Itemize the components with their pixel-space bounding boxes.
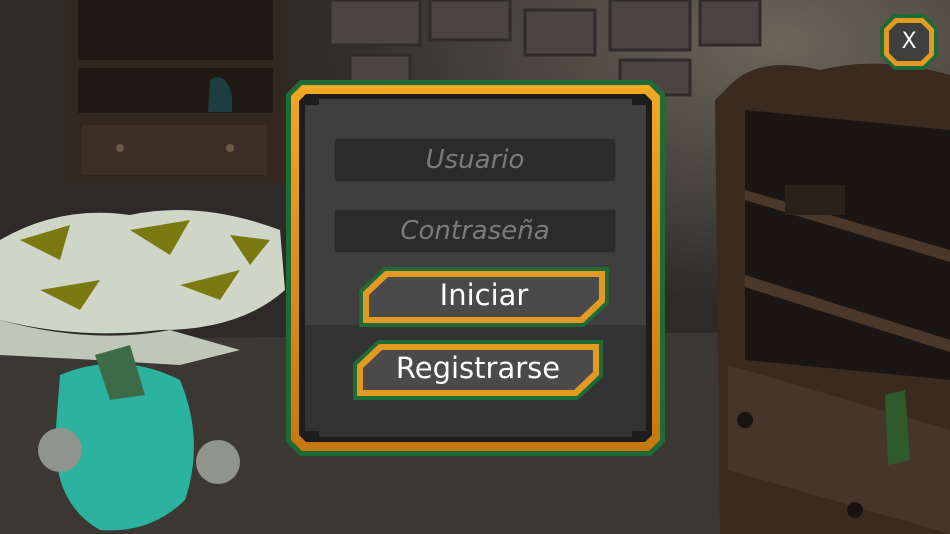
login-panel: Iniciar Registrarse [286, 80, 665, 456]
username-field[interactable] [334, 138, 616, 182]
password-field[interactable] [334, 209, 616, 253]
username-input[interactable] [335, 139, 615, 181]
register-button[interactable]: Registrarse [352, 339, 604, 401]
login-button-label: Iniciar [439, 278, 529, 312]
close-icon: X [901, 29, 917, 54]
login-button[interactable]: Iniciar [358, 266, 610, 328]
left-bookshelf [65, 0, 290, 185]
register-button-label: Registrarse [395, 351, 561, 385]
password-input[interactable] [335, 210, 615, 252]
close-button[interactable]: X [879, 13, 939, 71]
right-cabinet [715, 63, 950, 534]
